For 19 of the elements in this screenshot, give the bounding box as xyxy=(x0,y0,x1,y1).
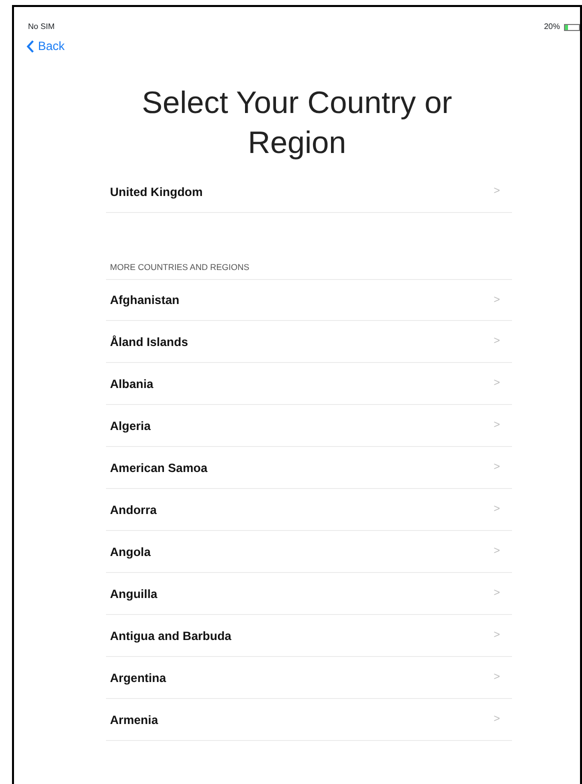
country-row[interactable]: Åland Islands > xyxy=(106,321,512,363)
carrier-text: No SIM xyxy=(28,21,55,33)
country-row[interactable]: Antigua and Barbuda > xyxy=(106,615,512,657)
country-row[interactable]: Angola > xyxy=(106,531,512,573)
battery-icon xyxy=(564,24,580,30)
country-row[interactable]: Afghanistan > xyxy=(106,279,512,321)
country-row[interactable]: Algeria > xyxy=(106,405,512,447)
country-row[interactable]: Anguilla > xyxy=(106,573,512,615)
country-row[interactable]: United Kingdom > xyxy=(106,171,512,213)
page-title: Select Your Country or Region xyxy=(140,84,454,162)
back-button[interactable]: Back xyxy=(14,37,65,55)
country-row[interactable]: American Samoa > xyxy=(106,447,512,489)
country-row[interactable]: Armenia > xyxy=(106,699,512,741)
country-row[interactable]: Argentina > xyxy=(106,657,512,699)
chevron-left-icon xyxy=(26,40,34,52)
section-header: MORE COUNTRIES AND REGIONS xyxy=(110,261,250,274)
country-row[interactable]: Andorra > xyxy=(106,489,512,531)
country-row[interactable]: Albania > xyxy=(106,363,512,405)
battery-percentage: 20% xyxy=(544,21,560,33)
